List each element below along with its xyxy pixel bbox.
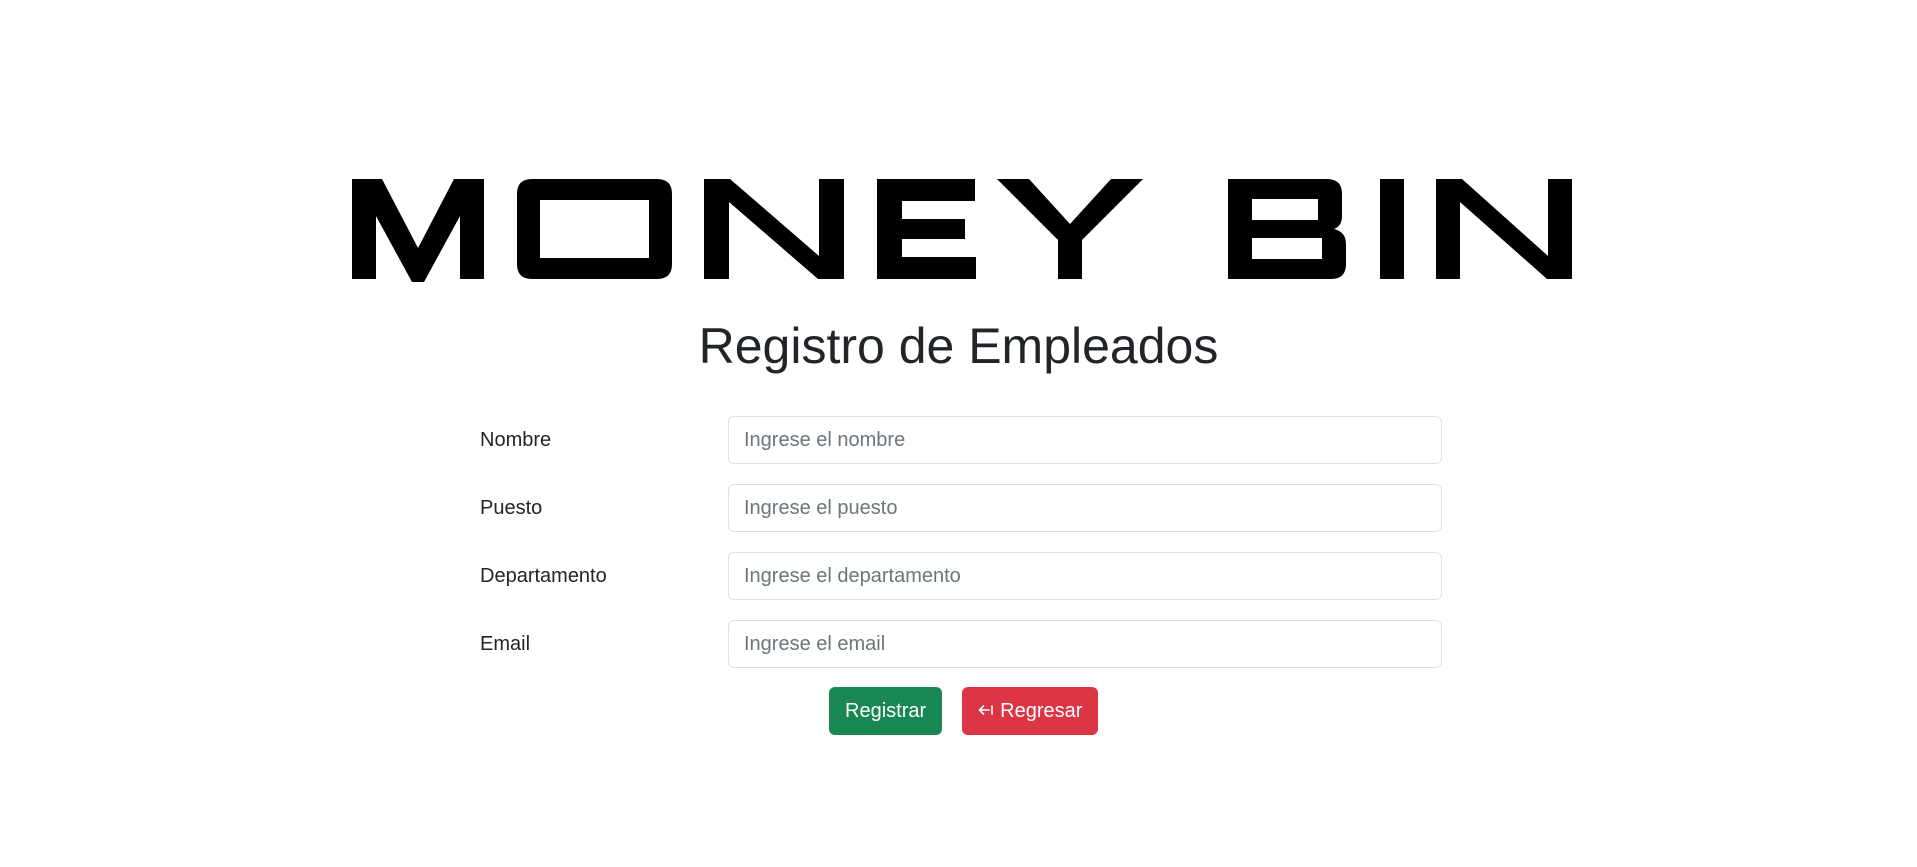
form-actions: Registrar Regresar (829, 687, 1099, 735)
puesto-input[interactable] (728, 484, 1442, 532)
back-button-label: Regresar (1000, 699, 1083, 722)
puesto-label: Puesto (480, 497, 543, 519)
money-bin-logo (352, 176, 1572, 282)
form-row-email: Email (480, 620, 1442, 668)
departamento-input[interactable] (728, 552, 1442, 600)
register-button-label: Registrar (845, 699, 927, 722)
form-row-departamento: Departamento (480, 552, 1442, 600)
registration-page: Registro de Empleados Nombre Puesto Depa… (0, 0, 1917, 867)
arrow-left-to-bar-icon (978, 703, 994, 720)
nombre-label: Nombre (480, 429, 552, 451)
logo-wordmark (352, 179, 1572, 282)
form-row-nombre: Nombre (480, 416, 1442, 464)
email-label: Email (480, 633, 531, 655)
nombre-input[interactable] (728, 416, 1442, 464)
page-title: Registro de Empleados (698, 318, 1219, 374)
departamento-label: Departamento (480, 565, 607, 587)
form-row-puesto: Puesto (480, 484, 1442, 532)
employee-registration-form: Nombre Puesto Departamento Email (480, 416, 1442, 688)
email-input[interactable] (728, 620, 1442, 668)
back-button[interactable]: Regresar (962, 687, 1099, 735)
register-button[interactable]: Registrar (829, 687, 943, 735)
